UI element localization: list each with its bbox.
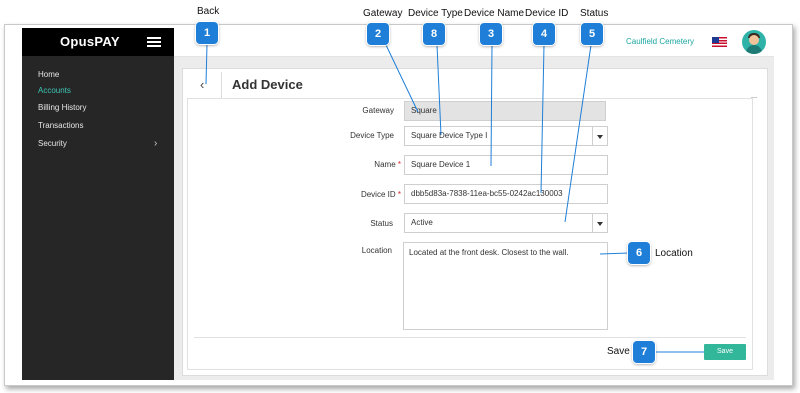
save-annotation: Save <box>607 346 630 357</box>
callout-6: 6 <box>628 242 650 264</box>
callout-7: 7 <box>633 341 655 363</box>
device-id-annotation: Device ID <box>525 8 569 19</box>
device-name-annotation: Device Name <box>464 8 525 19</box>
status-annotation: Status <box>580 8 609 19</box>
back-annotation: Back <box>197 6 220 17</box>
callout-8: 8 <box>423 23 445 45</box>
callout-4: 4 <box>533 23 555 45</box>
callout-2: 2 <box>367 23 389 45</box>
callout-3: 3 <box>480 23 502 45</box>
callout-5: 5 <box>581 23 603 45</box>
callout-lines <box>205 43 704 353</box>
gateway-annotation: Gateway <box>363 8 403 19</box>
location-annotation: Location <box>655 248 693 259</box>
device-type-annotation: Device Type <box>408 8 463 19</box>
callout-1: 1 <box>196 22 218 44</box>
